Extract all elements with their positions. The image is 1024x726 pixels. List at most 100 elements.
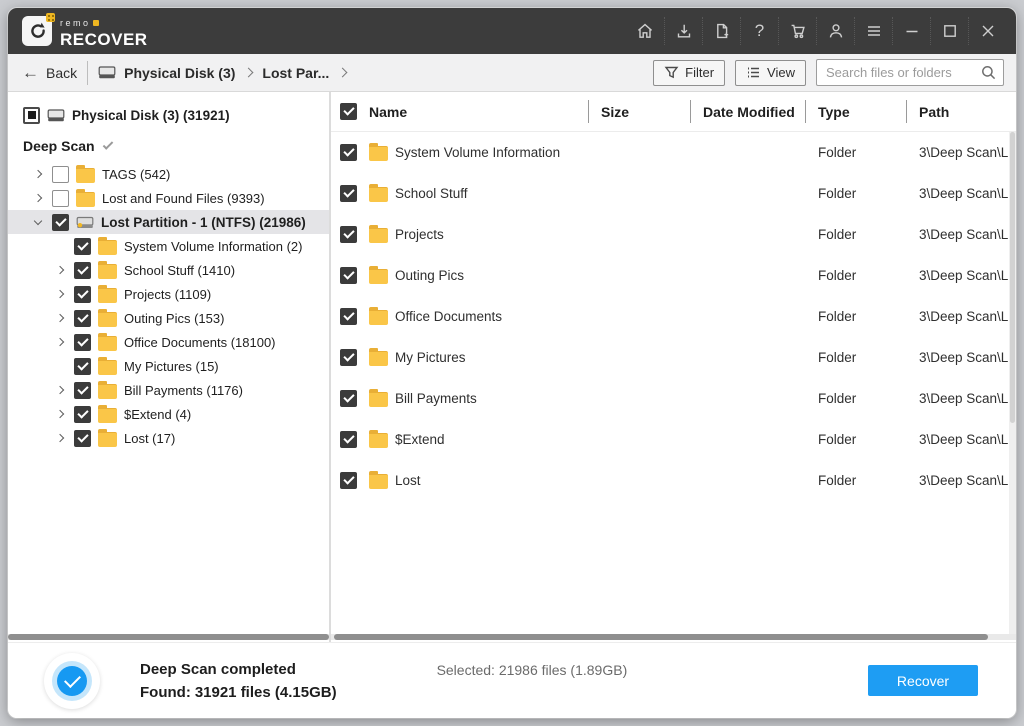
tree-item-my-pictures[interactable]: My Pictures (15) — [8, 354, 329, 378]
checkbox[interactable] — [74, 430, 91, 447]
folder-icon — [98, 312, 117, 327]
column-header-date-modified[interactable]: Date Modified — [703, 104, 795, 120]
scrollbar-thumb[interactable] — [8, 634, 329, 640]
expand-chevron-icon[interactable] — [56, 434, 64, 442]
maximize-icon[interactable] — [930, 17, 968, 45]
table-row[interactable]: Office Documents Folder 3\Deep Scan\L — [331, 296, 1016, 337]
tree-item-system-volume-information[interactable]: System Volume Information (2) — [8, 234, 329, 258]
folder-icon — [369, 433, 388, 448]
expand-chevron-icon[interactable] — [56, 410, 64, 418]
view-button[interactable]: View — [735, 60, 806, 86]
sidebar-horizontal-scrollbar[interactable] — [8, 634, 329, 640]
table-row[interactable]: Projects Folder 3\Deep Scan\L — [331, 214, 1016, 255]
cart-icon[interactable] — [778, 17, 816, 45]
tree-item-bill-payments[interactable]: Bill Payments (1176) — [8, 378, 329, 402]
tree-item-office-documents[interactable]: Office Documents (18100) — [8, 330, 329, 354]
filter-icon — [664, 65, 679, 80]
expand-chevron-icon[interactable] — [56, 266, 64, 274]
checkbox[interactable] — [74, 310, 91, 327]
checkbox[interactable] — [74, 262, 91, 279]
table-row[interactable]: My Pictures Folder 3\Deep Scan\L — [331, 337, 1016, 378]
table-row[interactable]: Outing Pics Folder 3\Deep Scan\L — [331, 255, 1016, 296]
checkbox[interactable] — [74, 382, 91, 399]
checkbox[interactable] — [340, 390, 357, 407]
tree-item-label: Lost Partition - 1 (NTFS) (21986) — [101, 215, 306, 230]
tree-item-extend[interactable]: $Extend (4) — [8, 402, 329, 426]
search-input[interactable] — [826, 65, 980, 80]
folder-icon — [369, 392, 388, 407]
open-file-icon[interactable] — [702, 17, 740, 45]
column-header-size[interactable]: Size — [601, 104, 629, 120]
table-row[interactable]: Bill Payments Folder 3\Deep Scan\L — [331, 378, 1016, 419]
close-icon[interactable] — [968, 17, 1006, 45]
checkbox[interactable] — [23, 107, 40, 124]
back-button[interactable]: ← Back — [22, 64, 77, 81]
table-row[interactable]: $Extend Folder 3\Deep Scan\L — [331, 419, 1016, 460]
disk-icon — [47, 108, 65, 123]
tree-item-lost[interactable]: Lost (17) — [8, 426, 329, 450]
tree-item-projects[interactable]: Projects (1109) — [8, 282, 329, 306]
menu-icon[interactable] — [854, 17, 892, 45]
checkbox[interactable] — [340, 472, 357, 489]
collapse-chevron-icon[interactable] — [34, 217, 42, 225]
folder-icon — [98, 264, 117, 279]
breadcrumb-partition[interactable]: Lost Par... — [262, 65, 329, 81]
checkbox[interactable] — [74, 358, 91, 375]
save-session-icon[interactable] — [664, 17, 702, 45]
checkbox[interactable] — [340, 308, 357, 325]
expand-chevron-icon[interactable] — [34, 194, 42, 202]
expand-chevron-icon[interactable] — [56, 314, 64, 322]
tree-item-label: Office Documents (18100) — [124, 335, 276, 350]
checkbox[interactable] — [74, 238, 91, 255]
table-vertical-scrollbar[interactable] — [1009, 132, 1016, 634]
checkbox[interactable] — [74, 286, 91, 303]
tree-item-lost-partition[interactable]: Lost Partition - 1 (NTFS) (21986) — [8, 210, 329, 234]
expand-chevron-icon[interactable] — [34, 170, 42, 178]
checkbox[interactable] — [74, 406, 91, 423]
table-row[interactable]: School Stuff Folder 3\Deep Scan\L — [331, 173, 1016, 214]
tree-item-physical-disk[interactable]: Physical Disk (3) (31921) — [8, 102, 329, 128]
column-header-path[interactable]: Path — [919, 104, 949, 120]
checkbox[interactable] — [340, 349, 357, 366]
scrollbar-thumb[interactable] — [1010, 132, 1015, 423]
table-row[interactable]: Lost Folder 3\Deep Scan\L — [331, 460, 1016, 501]
scrollbar-thumb[interactable] — [334, 634, 988, 640]
account-icon[interactable] — [816, 17, 854, 45]
help-icon[interactable]: ? — [740, 17, 778, 45]
brand-large-label: RECOVER — [60, 31, 148, 48]
tree-item-tags[interactable]: TAGS (542) — [8, 162, 329, 186]
table-row[interactable]: System Volume Information Folder 3\Deep … — [331, 132, 1016, 173]
column-header-type[interactable]: Type — [818, 104, 850, 120]
search-icon[interactable] — [980, 64, 997, 81]
tree-item-outing-pics[interactable]: Outing Pics (153) — [8, 306, 329, 330]
minimize-icon[interactable] — [892, 17, 930, 45]
folder-icon — [369, 187, 388, 202]
folder-icon — [98, 360, 117, 375]
cell-name: Office Documents — [393, 309, 588, 324]
checkbox[interactable] — [340, 144, 357, 161]
expand-chevron-icon[interactable] — [56, 386, 64, 394]
breadcrumb-disk[interactable]: Physical Disk (3) — [124, 65, 235, 81]
column-header-name[interactable]: Name — [367, 104, 588, 120]
tree-item-lost-and-found[interactable]: Lost and Found Files (9393) — [8, 186, 329, 210]
home-icon[interactable] — [626, 17, 664, 45]
cell-type: Folder — [805, 145, 906, 160]
cell-path: 3\Deep Scan\L — [906, 268, 1016, 283]
checkbox[interactable] — [340, 267, 357, 284]
expand-chevron-icon[interactable] — [56, 290, 64, 298]
checkbox[interactable] — [52, 166, 69, 183]
breadcrumb: Physical Disk (3) Lost Par... — [98, 65, 348, 81]
filter-button[interactable]: Filter — [653, 60, 725, 86]
tree-item-school-stuff[interactable]: School Stuff (1410) — [8, 258, 329, 282]
checkbox[interactable] — [340, 431, 357, 448]
table-horizontal-scrollbar[interactable] — [331, 634, 1016, 640]
checkbox[interactable] — [52, 214, 69, 231]
select-all-checkbox[interactable] — [340, 103, 357, 120]
checkbox[interactable] — [74, 334, 91, 351]
recover-button[interactable]: Recover — [868, 665, 978, 696]
checkbox[interactable] — [340, 226, 357, 243]
scan-status-text: Deep Scan completed — [140, 661, 337, 678]
checkbox[interactable] — [340, 185, 357, 202]
checkbox[interactable] — [52, 190, 69, 207]
expand-chevron-icon[interactable] — [56, 338, 64, 346]
